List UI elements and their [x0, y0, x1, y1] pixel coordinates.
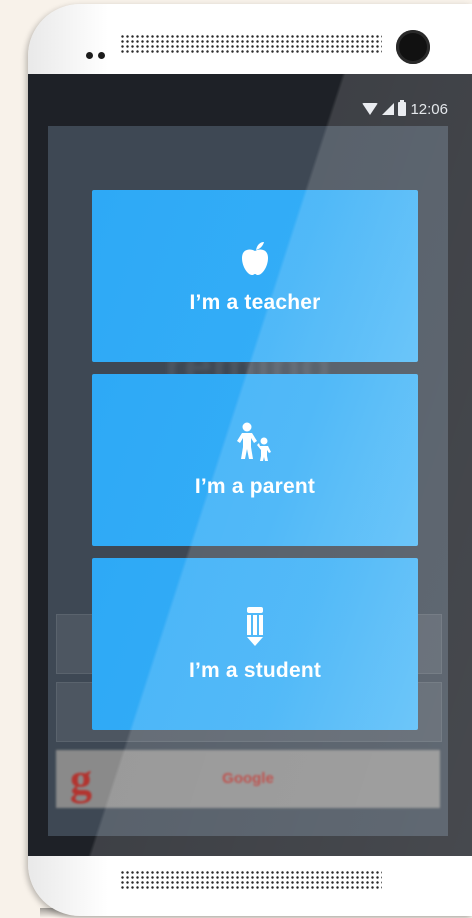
earpiece-speaker	[120, 34, 382, 54]
status-time: 12:06	[410, 100, 448, 118]
student-role-button[interactable]: I’m a student	[92, 558, 418, 730]
google-label: Google	[222, 770, 274, 787]
parent-child-icon	[237, 422, 271, 461]
student-role-label: I’m a student	[188, 659, 322, 682]
parent-role-button[interactable]: I’m a parent	[92, 374, 418, 546]
phone-frame: 12:06 remind g Google I’m a teacher I’m …	[28, 4, 472, 916]
battery-icon	[398, 100, 407, 116]
pencil-icon	[247, 607, 263, 646]
front-camera	[396, 30, 430, 64]
bottom-speaker	[120, 870, 382, 890]
teacher-role-label: I’m a teacher	[189, 291, 321, 314]
phone-screen: 12:06 remind g Google I’m a teacher I’m …	[28, 74, 472, 856]
parent-role-label: I’m a parent	[194, 475, 316, 498]
teacher-role-button[interactable]: I’m a teacher	[92, 190, 418, 362]
wifi-icon	[362, 103, 379, 115]
apple-icon	[242, 242, 268, 275]
signal-icon	[382, 103, 395, 115]
status-bar: 12:06	[362, 98, 448, 120]
sensor-dots	[86, 46, 110, 64]
google-signin-button: g Google	[56, 750, 440, 808]
